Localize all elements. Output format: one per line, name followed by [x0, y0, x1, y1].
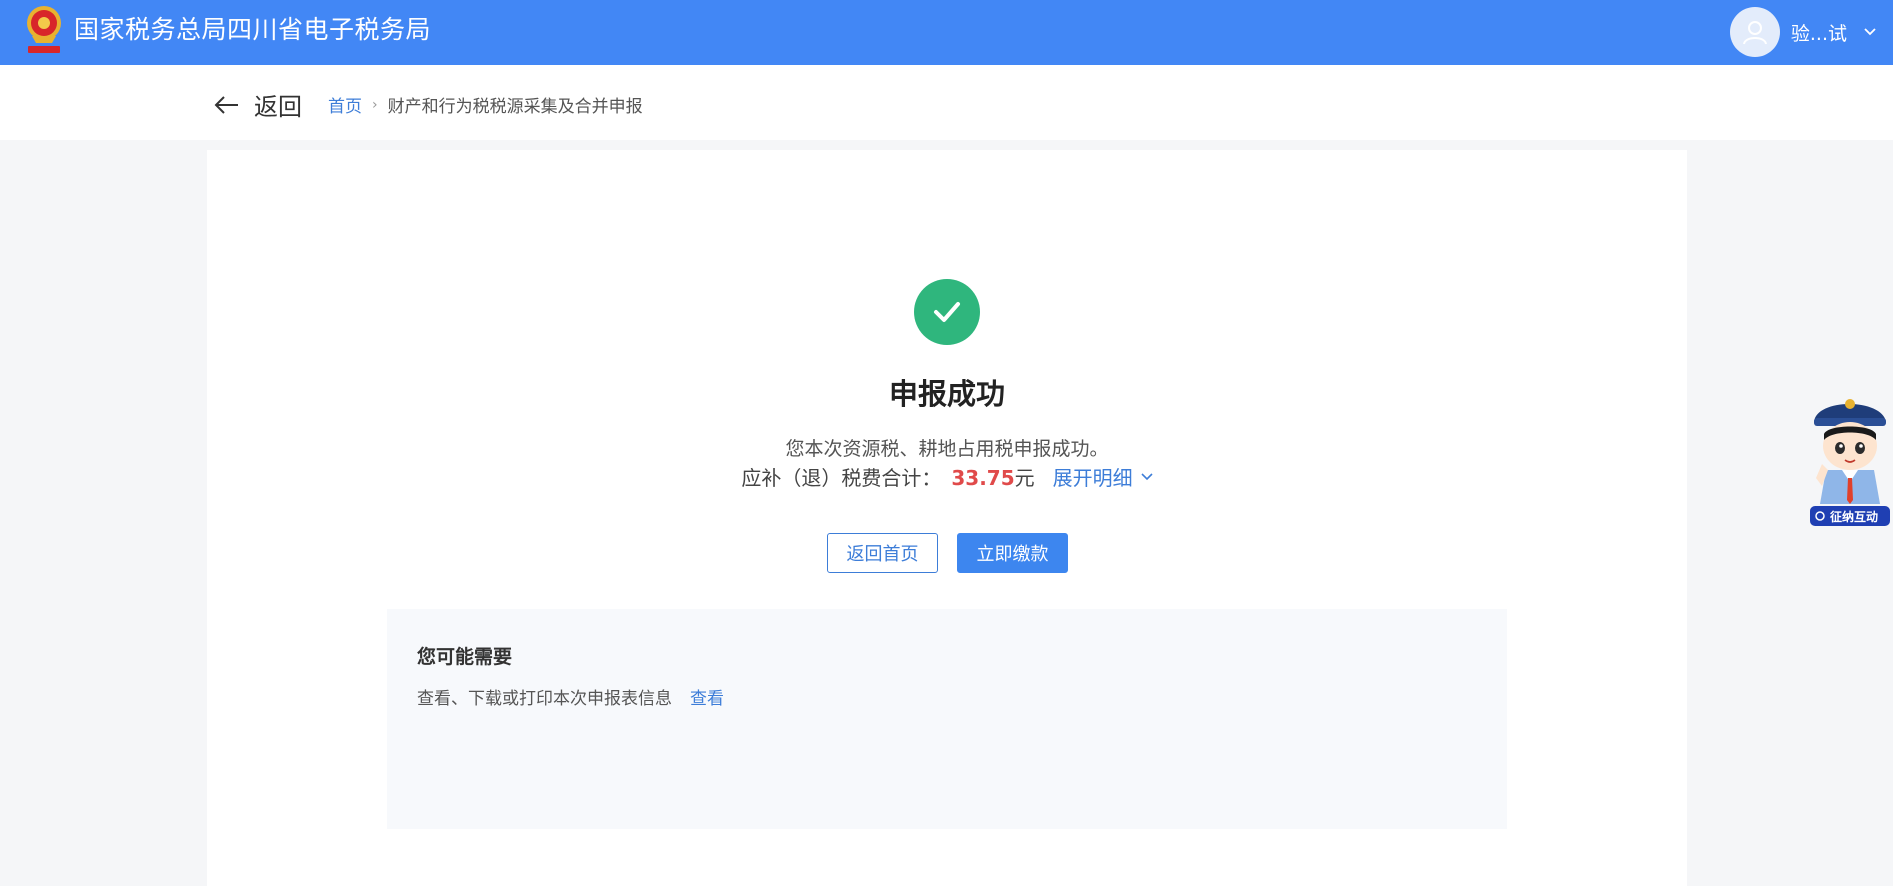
view-declaration-link[interactable]: 查看	[690, 684, 724, 709]
breadcrumb-home-link[interactable]: 首页	[328, 92, 362, 117]
breadcrumb-separator-icon: ›	[372, 96, 378, 113]
user-avatar-icon[interactable]	[1729, 7, 1780, 57]
arrow-left-icon	[214, 95, 238, 114]
suggestions-heading: 您可能需要	[417, 646, 513, 668]
chevron-down-icon[interactable]	[1863, 27, 1877, 37]
back-label: 返回	[254, 93, 302, 121]
amount-value: 33.75	[951, 466, 1015, 490]
back-home-button[interactable]: 返回首页	[827, 533, 938, 573]
result-card: 申报成功 您本次资源税、耕地占用税申报成功。 应补（退）税费合计： 33.75 …	[207, 150, 1687, 886]
expand-details-label: 展开明细	[1052, 466, 1133, 490]
pay-now-button[interactable]: 立即缴款	[957, 533, 1068, 573]
chevron-down-icon	[1141, 472, 1153, 480]
expand-details-link[interactable]: 展开明细	[1053, 462, 1153, 491]
tax-officer-mascot-icon[interactable]: 征纳互动	[1808, 390, 1890, 530]
sub-navigation-bar: 返回 首页 › 财产和行为税税源采集及合并申报	[0, 65, 1893, 140]
back-button[interactable]: 返回	[214, 87, 302, 122]
site-title: 国家税务总局四川省电子税务局	[74, 15, 432, 44]
assistant-badge: 征纳互动	[1830, 509, 1878, 524]
user-menu[interactable]: 验...试	[1729, 6, 1877, 58]
suggestion-item: 查看、下载或打印本次申报表信息 查看	[417, 684, 724, 709]
suggestions-panel: 您可能需要 查看、下载或打印本次申报表信息 查看	[387, 609, 1507, 829]
suggestion-text: 查看、下载或打印本次申报表信息	[417, 689, 672, 709]
amount-summary: 应补（退）税费合计： 33.75 元 展开明细	[207, 462, 1687, 491]
amount-unit: 元	[1014, 466, 1035, 490]
result-description: 您本次资源税、耕地占用税申报成功。	[785, 438, 1109, 460]
tax-emblem-icon	[27, 6, 61, 53]
check-circle-icon	[914, 279, 980, 345]
result-title: 申报成功	[888, 377, 1005, 411]
breadcrumb-current: 财产和行为税税源采集及合并申报	[387, 97, 643, 117]
top-header: 国家税务总局四川省电子税务局 验...试	[0, 0, 1893, 65]
breadcrumb: 首页 › 财产和行为税税源采集及合并申报	[328, 92, 643, 118]
amount-label: 应补（退）税费合计：	[741, 466, 942, 490]
username[interactable]: 验...试	[1791, 19, 1847, 46]
